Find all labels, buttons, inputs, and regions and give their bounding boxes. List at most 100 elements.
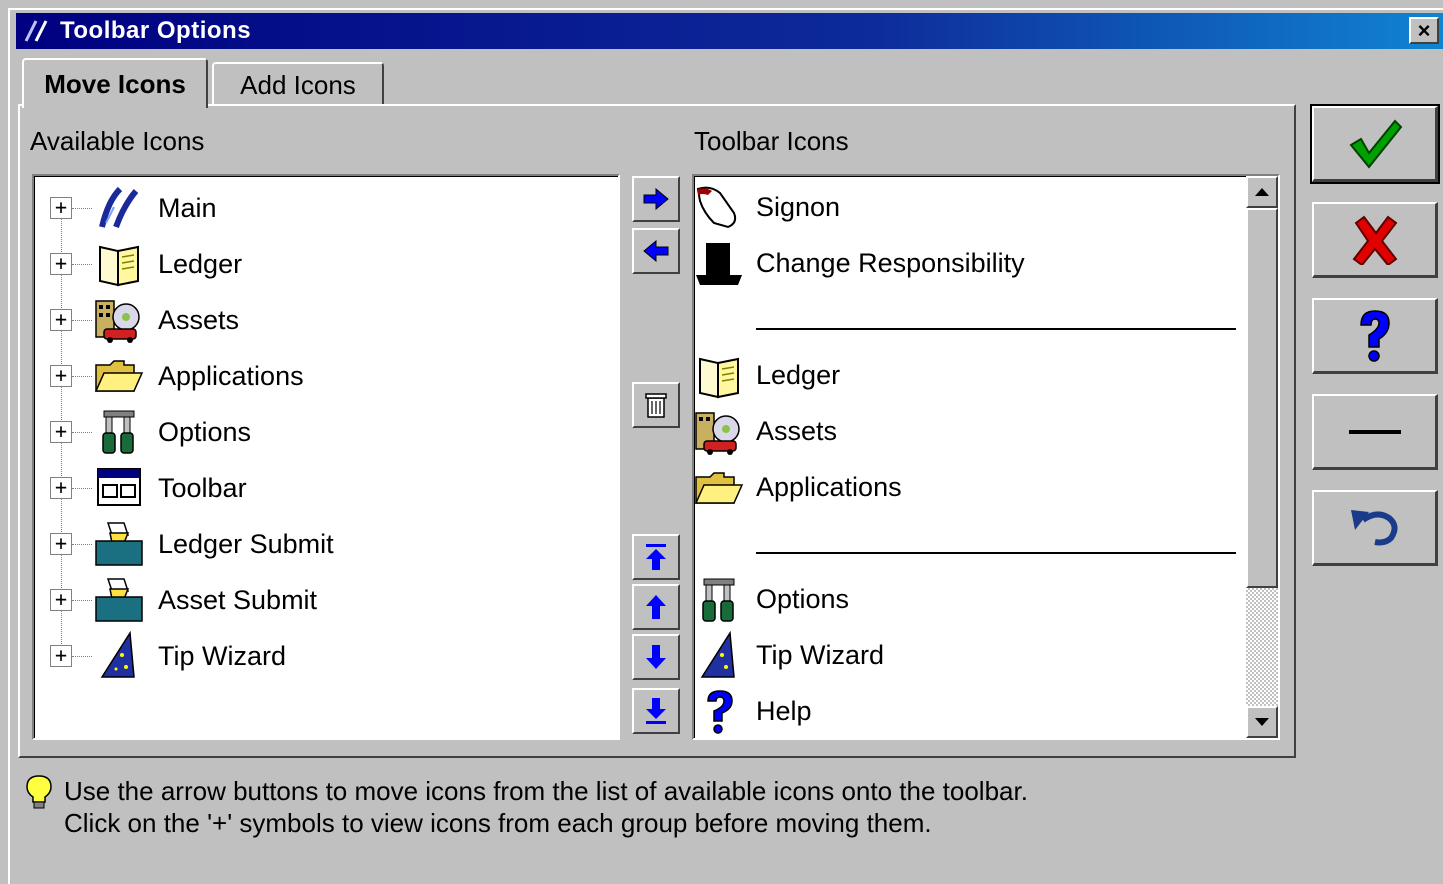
toolbar-item-tip-wizard[interactable]: Tip Wizard	[694, 628, 1278, 684]
scroll-thumb[interactable]	[1246, 208, 1278, 588]
toolbar-item-label: Applications	[756, 472, 902, 502]
checkmark-icon	[1348, 119, 1402, 169]
scroll-up-icon	[1255, 188, 1269, 196]
toolbar-separator	[756, 552, 1236, 554]
undo-button[interactable]	[1312, 490, 1438, 566]
arrow-bottom-icon	[646, 698, 666, 724]
submit-tray-icon	[95, 522, 143, 566]
toolbar-item-help[interactable]: Help	[694, 684, 1278, 738]
scroll-down-icon	[1255, 718, 1269, 726]
close-icon: ×	[1417, 17, 1431, 43]
tree-connector	[72, 487, 92, 489]
title-bar[interactable]: Toolbar Options ×	[16, 13, 1443, 49]
tree-item-label: Options	[158, 416, 252, 447]
move-right-button[interactable]	[632, 176, 680, 222]
expand-toggle[interactable]: +	[50, 533, 72, 555]
delete-button[interactable]	[632, 382, 680, 428]
wizard-hat-icon	[100, 631, 135, 678]
expand-toggle[interactable]: +	[50, 645, 72, 667]
tree-item-ledger[interactable]: + Ledger	[34, 236, 618, 292]
cancel-button[interactable]	[1312, 202, 1438, 278]
move-left-button[interactable]	[632, 228, 680, 274]
tools-icon	[702, 578, 735, 622]
tree-item-label: Ledger	[158, 248, 243, 279]
toolbar-icon	[97, 468, 141, 506]
tab-label: Add Icons	[240, 69, 356, 100]
hint-line-2: Click on the '+' symbols to view icons f…	[64, 808, 932, 838]
arrow-top-icon	[646, 544, 666, 570]
ok-button[interactable]	[1310, 104, 1440, 184]
toolbar-separator	[756, 328, 1236, 330]
tab-add-icons[interactable]: Add Icons	[212, 62, 384, 106]
tree-item-options[interactable]: + Options	[34, 404, 618, 460]
help-button[interactable]	[1312, 298, 1438, 374]
scroll-up-button[interactable]	[1246, 176, 1278, 208]
separator-button[interactable]	[1312, 394, 1438, 470]
submit-tray-icon	[95, 578, 143, 622]
tree-connector	[72, 319, 92, 321]
signon-hand-icon	[696, 186, 737, 229]
tree-connector	[72, 599, 92, 601]
tab-label: Move Icons	[44, 68, 186, 99]
toolbar-item-options[interactable]: Options	[694, 572, 1278, 628]
expand-toggle[interactable]: +	[50, 477, 72, 499]
tree-item-tip-wizard[interactable]: + Tip Wizard	[34, 628, 618, 684]
tree-item-assets[interactable]: + Assets	[34, 292, 618, 348]
toolbar-item-label: Options	[756, 584, 850, 614]
tree-item-ledger-submit[interactable]: + Ledger Submit	[34, 516, 618, 572]
tree-item-label: Asset Submit	[158, 584, 318, 615]
move-to-bottom-button[interactable]	[632, 688, 680, 734]
expand-toggle[interactable]: +	[50, 309, 72, 331]
arrow-right-icon	[643, 188, 669, 210]
arrow-down-icon	[646, 645, 666, 669]
move-to-top-button[interactable]	[632, 534, 680, 580]
undo-icon	[1350, 509, 1397, 545]
hint-line-1: Use the arrow buttons to move icons from…	[64, 776, 1028, 806]
tree-item-toolbar[interactable]: + Toolbar	[34, 460, 618, 516]
tree-item-main[interactable]: + Main	[34, 180, 618, 236]
folder-icon	[694, 472, 744, 504]
toolbar-item-assets[interactable]: Assets	[694, 404, 1278, 460]
tree-connector	[72, 543, 92, 545]
expand-toggle[interactable]: +	[50, 253, 72, 275]
toolbar-item-label: Help	[756, 696, 812, 726]
close-button[interactable]: ×	[1409, 17, 1439, 44]
main-icon	[99, 186, 139, 229]
window-title: Toolbar Options	[60, 17, 252, 44]
tools-icon	[102, 410, 135, 454]
toolbar-item-label: Assets	[756, 416, 838, 446]
ledger-book-icon	[99, 245, 139, 287]
expand-toggle[interactable]: +	[50, 589, 72, 611]
tree-connector	[72, 263, 92, 265]
toolbar-icons-list[interactable]: Signon Change Responsibility Ledger Asse…	[692, 174, 1280, 740]
expand-toggle[interactable]: +	[50, 197, 72, 219]
expand-toggle[interactable]: +	[50, 365, 72, 387]
toolbar-item-applications[interactable]: Applications	[694, 460, 1278, 516]
tree-connector	[72, 431, 92, 433]
black-hat-icon	[696, 243, 742, 285]
toolbar-item-ledger[interactable]: Ledger	[694, 348, 1278, 404]
toolbar-item-label: Ledger	[756, 360, 841, 390]
available-icons-list[interactable]: + Main + Ledger + Assets + Applications …	[32, 174, 620, 740]
help-icon	[707, 690, 733, 734]
question-mark-icon	[1359, 309, 1390, 362]
move-down-button[interactable]	[632, 634, 680, 680]
tree-item-label: Main	[158, 192, 217, 223]
expand-toggle[interactable]: +	[50, 421, 72, 443]
ledger-book-icon	[699, 357, 739, 399]
wizard-hat-icon	[700, 631, 735, 678]
tab-move-icons[interactable]: Move Icons	[22, 58, 208, 108]
tree-item-applications[interactable]: + Applications	[34, 348, 618, 404]
lightbulb-icon	[26, 775, 52, 809]
scroll-down-button[interactable]	[1246, 706, 1278, 738]
tree-item-label: Assets	[158, 304, 240, 335]
arrow-left-icon	[643, 240, 669, 262]
tree-item-asset-submit[interactable]: + Asset Submit	[34, 572, 618, 628]
available-icons-label: Available Icons	[30, 126, 205, 156]
move-up-button[interactable]	[632, 584, 680, 630]
toolbar-item-label: Change Responsibility	[756, 248, 1025, 278]
toolbar-item-change-responsibility[interactable]: Change Responsibility	[694, 236, 1278, 292]
folder-icon	[94, 360, 144, 392]
vertical-scrollbar[interactable]	[1246, 176, 1278, 738]
toolbar-item-signon[interactable]: Signon	[694, 180, 1278, 236]
